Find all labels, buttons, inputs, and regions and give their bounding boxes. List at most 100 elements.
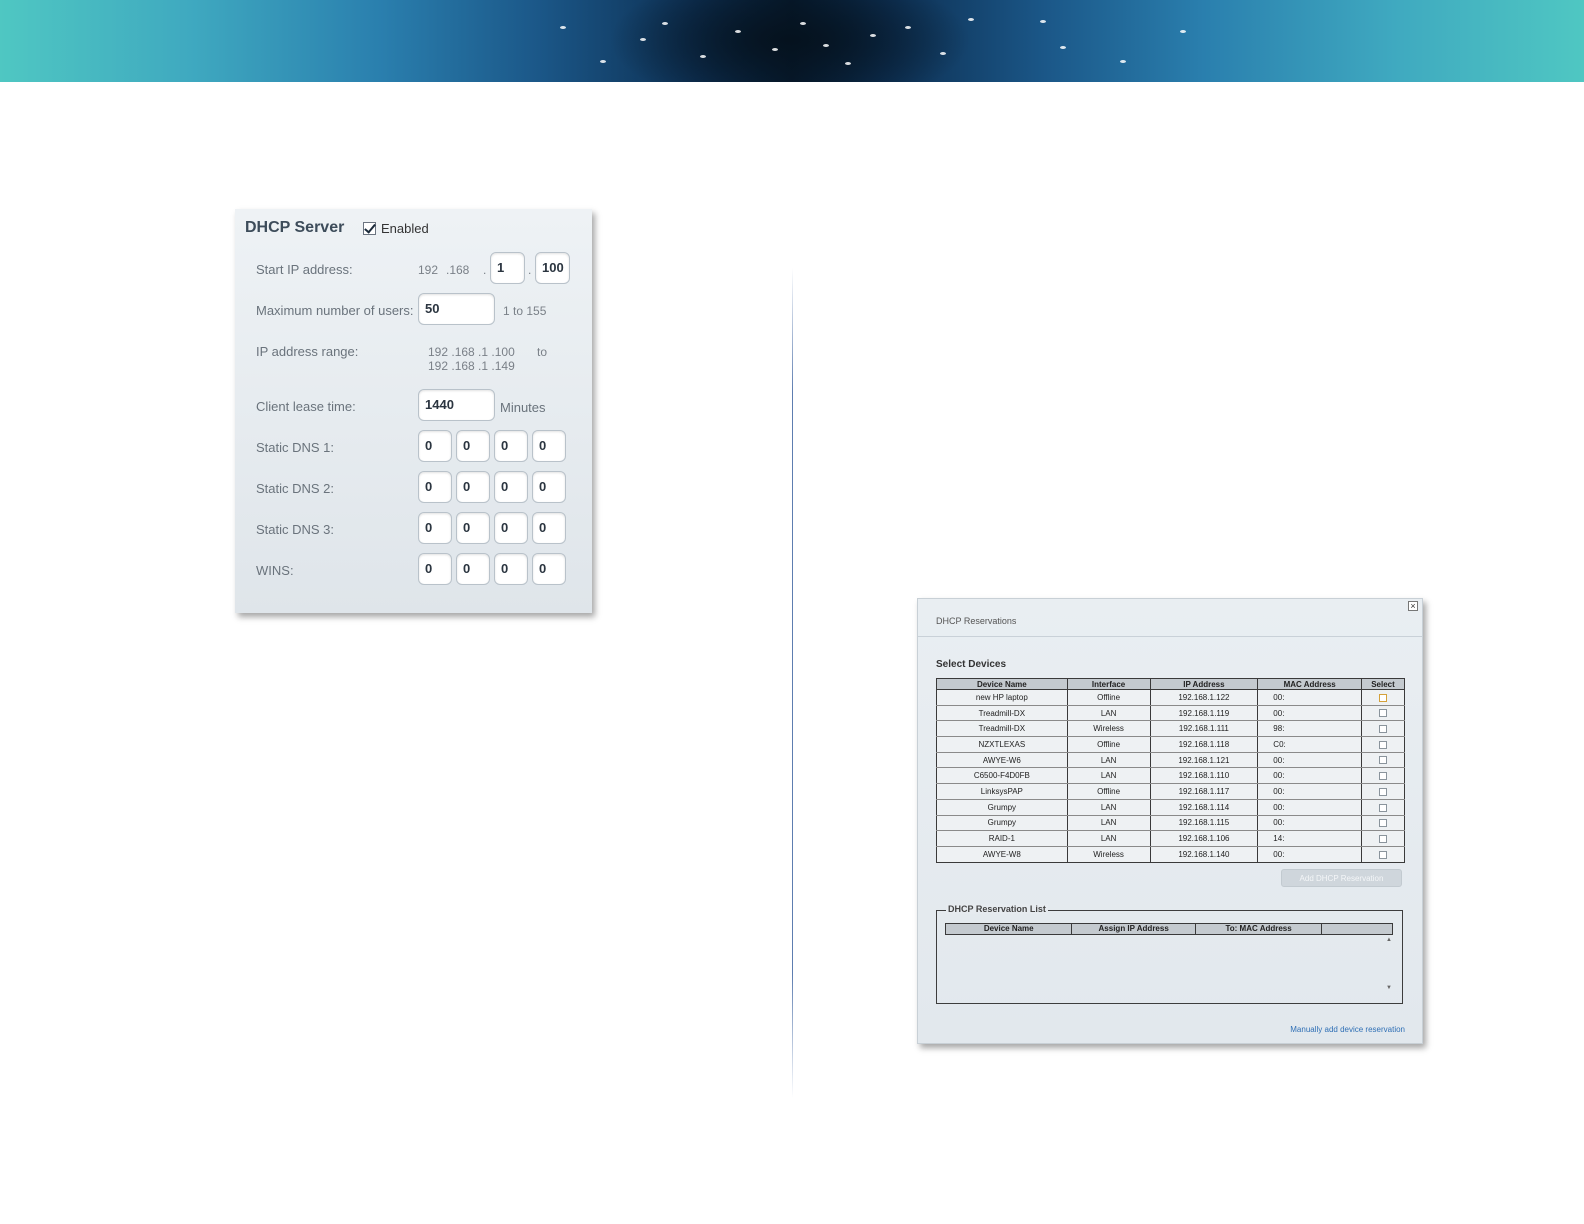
enabled-checkbox[interactable] bbox=[363, 222, 376, 235]
ip-address-cell: 192.168.1.140 bbox=[1149, 846, 1259, 863]
column-divider bbox=[792, 268, 793, 1098]
device-name-cell: Grumpy bbox=[936, 799, 1068, 816]
select-checkbox[interactable] bbox=[1379, 756, 1388, 765]
banner-sparkle bbox=[735, 30, 741, 33]
interface-cell: Offline bbox=[1066, 736, 1151, 753]
ip-address-cell: 192.168.1.110 bbox=[1149, 767, 1259, 785]
col-mac-address: MAC Address bbox=[1257, 678, 1363, 690]
interface-cell: LAN bbox=[1066, 767, 1151, 785]
select-cell bbox=[1361, 720, 1405, 738]
select-checkbox[interactable] bbox=[1379, 740, 1388, 749]
dhcp-reservations-dialog: × DHCP Reservations Select Devices Devic… bbox=[917, 598, 1423, 1044]
ip-address-cell: 192.168.1.106 bbox=[1149, 830, 1259, 847]
interface-cell: Offline bbox=[1066, 783, 1151, 800]
col-device-name: Device Name bbox=[936, 678, 1068, 690]
select-devices-title: Select Devices bbox=[936, 659, 1007, 670]
device-name-cell: Treadmill-DX bbox=[936, 705, 1068, 722]
mac-address-cell: 00: bbox=[1257, 799, 1363, 816]
select-checkbox[interactable] bbox=[1379, 709, 1388, 718]
dns1-octet1-input[interactable]: 0 bbox=[418, 430, 452, 462]
select-checkbox[interactable] bbox=[1379, 772, 1388, 781]
list-col-mac: To: MAC Address bbox=[1196, 924, 1323, 934]
mac-address-cell: 00: bbox=[1257, 815, 1363, 832]
wins-octet2-input[interactable]: 0 bbox=[456, 553, 490, 585]
title-divider bbox=[918, 636, 1422, 637]
mac-address-cell: 00: bbox=[1257, 752, 1363, 769]
list-col-assign-ip: Assign IP Address bbox=[1072, 924, 1196, 934]
scroll-down-icon[interactable]: ▼ bbox=[1386, 985, 1392, 991]
dns3-octet2-input[interactable]: 0 bbox=[456, 512, 490, 544]
devices-table: Device Name Interface IP Address MAC Add… bbox=[936, 678, 1405, 863]
list-col-device-name: Device Name bbox=[946, 924, 1073, 934]
lease-time-input[interactable]: 1440 bbox=[418, 389, 495, 421]
select-cell bbox=[1361, 705, 1405, 722]
select-checkbox[interactable] bbox=[1379, 787, 1388, 796]
start-ip-label: Start IP address: bbox=[256, 262, 353, 277]
device-name-cell: AWYE-W8 bbox=[936, 846, 1068, 863]
start-ip-octet4-input[interactable]: 100 bbox=[535, 252, 570, 284]
device-row: Treadmill-DX Wireless 192.168.1.111 98: bbox=[936, 720, 1405, 738]
scroll-up-icon[interactable]: ▲ bbox=[1386, 937, 1392, 943]
dns3-octet1-input[interactable]: 0 bbox=[418, 512, 452, 544]
wins-octet3-input[interactable]: 0 bbox=[494, 553, 528, 585]
device-row: C6500-F4D0FB LAN 192.168.1.110 00: bbox=[936, 767, 1405, 785]
panel-title: DHCP Server bbox=[245, 219, 345, 236]
col-select: Select bbox=[1361, 678, 1405, 690]
select-cell bbox=[1361, 736, 1405, 753]
dns1-octet3-input[interactable]: 0 bbox=[494, 430, 528, 462]
max-users-hint: 1 to 155 bbox=[503, 304, 547, 318]
wins-octet4-input[interactable]: 0 bbox=[532, 553, 566, 585]
ip-range-start: 192 .168 .1 .100 bbox=[428, 345, 515, 359]
dns3-octet3-input[interactable]: 0 bbox=[494, 512, 528, 544]
dialog-title: DHCP Reservations bbox=[936, 616, 1017, 626]
device-name-cell: AWYE-W6 bbox=[936, 752, 1068, 769]
select-checkbox[interactable] bbox=[1379, 693, 1388, 702]
banner-sparkle bbox=[905, 26, 911, 29]
device-row: NZXTLEXAS Offline 192.168.1.118 C0: bbox=[936, 736, 1405, 753]
dns1-octet2-input[interactable]: 0 bbox=[456, 430, 490, 462]
ip-address-cell: 192.168.1.111 bbox=[1149, 720, 1259, 738]
ip-range-end: 192 .168 .1 .149 bbox=[428, 359, 515, 373]
banner-sparkle bbox=[1120, 60, 1126, 63]
interface-cell: Wireless bbox=[1066, 846, 1151, 863]
interface-cell: Wireless bbox=[1066, 720, 1151, 738]
dns1-octet4-input[interactable]: 0 bbox=[532, 430, 566, 462]
select-checkbox[interactable] bbox=[1379, 819, 1388, 828]
select-checkbox[interactable] bbox=[1379, 803, 1388, 812]
select-checkbox[interactable] bbox=[1379, 834, 1388, 843]
banner-sparkle bbox=[823, 44, 829, 47]
col-ip-address: IP Address bbox=[1149, 678, 1259, 690]
device-name-cell: new HP laptop bbox=[936, 689, 1068, 706]
ip-range-to: to bbox=[537, 345, 548, 359]
add-dhcp-reservation-button[interactable]: Add DHCP Reservation bbox=[1281, 869, 1402, 887]
device-name-cell: LinksysPAP bbox=[936, 783, 1068, 800]
dns2-octet3-input[interactable]: 0 bbox=[494, 471, 528, 503]
device-row: Treadmill-DX LAN 192.168.1.119 00: bbox=[936, 705, 1405, 722]
interface-cell: LAN bbox=[1066, 752, 1151, 769]
device-row: AWYE-W8 Wireless 192.168.1.140 00: bbox=[936, 846, 1405, 863]
start-ip-octet2: .168 bbox=[446, 263, 470, 277]
start-ip-octet3-input[interactable]: 1 bbox=[490, 252, 525, 284]
banner-sparkle bbox=[1040, 20, 1046, 23]
manual-reservation-link[interactable]: Manually add device reservation bbox=[1290, 1025, 1405, 1034]
dns2-octet4-input[interactable]: 0 bbox=[532, 471, 566, 503]
list-col-action bbox=[1322, 924, 1392, 934]
select-checkbox[interactable] bbox=[1379, 725, 1388, 734]
enabled-toggle[interactable]: Enabled bbox=[363, 221, 429, 236]
dhcp-server-panel: DHCP Server Enabled Start IP address: 19… bbox=[235, 209, 592, 613]
select-checkbox[interactable] bbox=[1379, 850, 1388, 859]
select-cell bbox=[1361, 830, 1405, 847]
devices-table-header: Device Name Interface IP Address MAC Add… bbox=[936, 678, 1405, 690]
device-name-cell: C6500-F4D0FB bbox=[936, 767, 1068, 785]
mac-address-cell: C0: bbox=[1257, 736, 1363, 753]
banner-sparkle bbox=[800, 22, 806, 25]
dns3-octet4-input[interactable]: 0 bbox=[532, 512, 566, 544]
close-icon[interactable]: × bbox=[1408, 601, 1418, 611]
banner-sparkle bbox=[1180, 30, 1186, 33]
dns2-octet2-input[interactable]: 0 bbox=[456, 471, 490, 503]
max-users-input[interactable]: 50 bbox=[418, 293, 495, 325]
select-cell bbox=[1361, 767, 1405, 785]
wins-octet1-input[interactable]: 0 bbox=[418, 553, 452, 585]
dns2-octet1-input[interactable]: 0 bbox=[418, 471, 452, 503]
reservation-list-title: DHCP Reservation List bbox=[946, 904, 1048, 914]
